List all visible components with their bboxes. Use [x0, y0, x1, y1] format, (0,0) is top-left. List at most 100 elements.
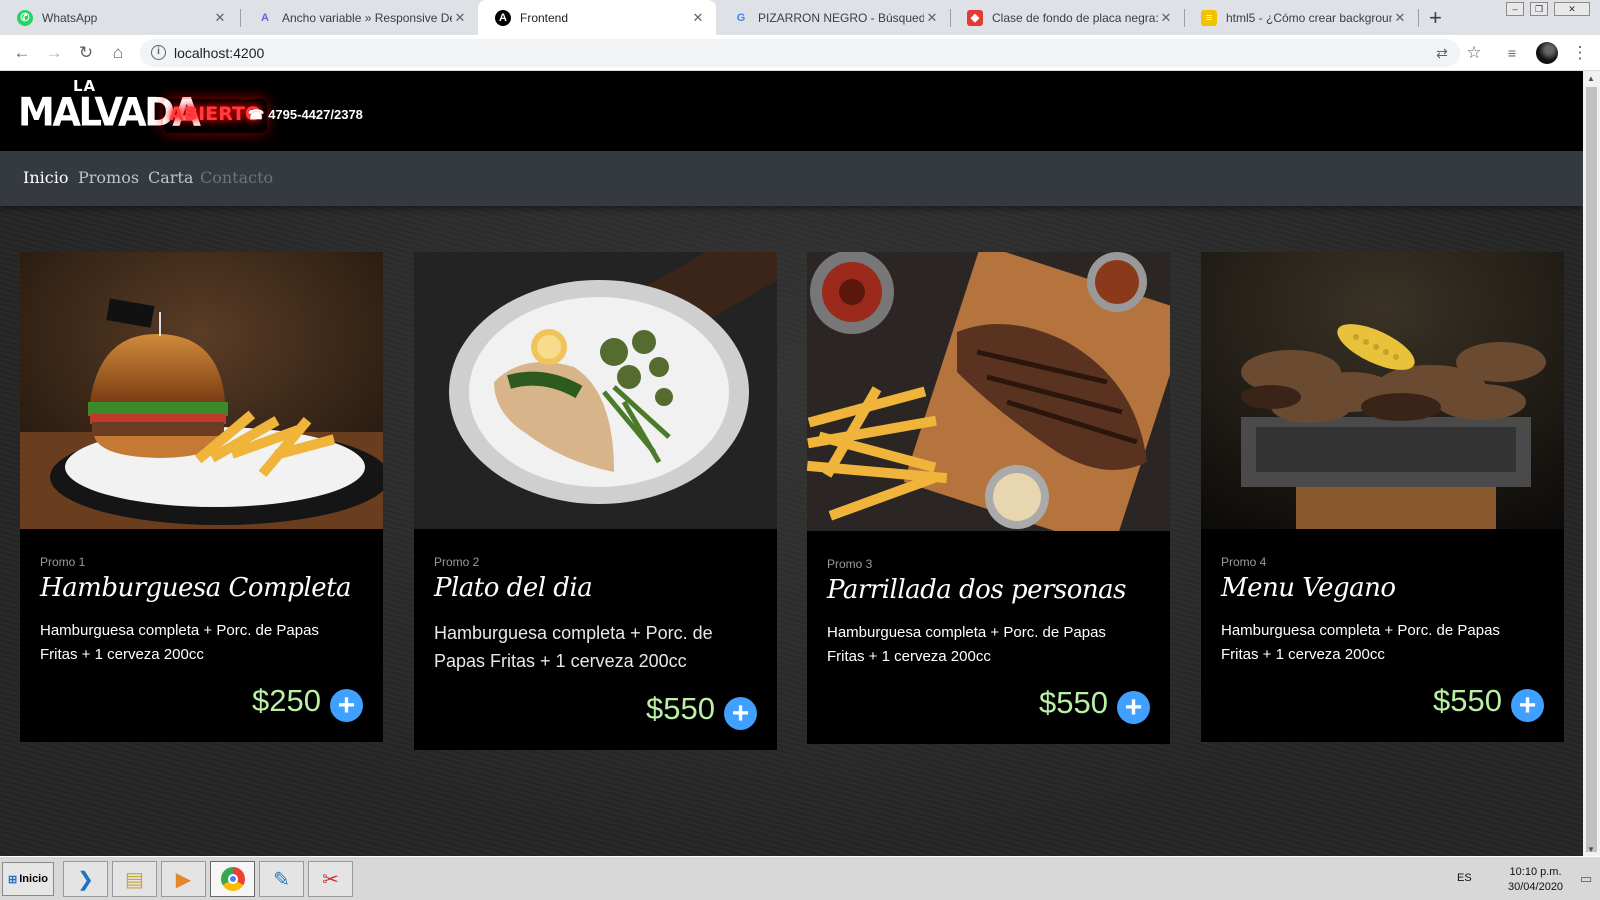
add-to-cart-plus-icon[interactable]: + [330, 689, 363, 722]
clock-time: 10:10 p.m. [1509, 866, 1562, 878]
media-player-icon[interactable]: ▶ [161, 861, 206, 897]
close-window-icon[interactable]: ✕ [1554, 2, 1590, 16]
add-to-cart-plus-icon[interactable]: + [1511, 689, 1544, 722]
whatsapp-icon: ✆ [17, 9, 33, 26]
tab-title: html5 - ¿Cómo crear background [1226, 10, 1392, 25]
info-icon[interactable]: i [151, 45, 166, 60]
bookmark-star-icon[interactable]: ☆ [1462, 41, 1486, 65]
card-description: Hamburguesa completa + Porc. de Papas Fr… [434, 623, 713, 671]
stackoverflow-icon: ≡ [1201, 9, 1217, 26]
page-scrollbar[interactable]: ▲ ▼ [1583, 71, 1600, 856]
fish-plate-photo [414, 252, 777, 529]
scroll-up-icon[interactable]: ▲ [1587, 74, 1595, 83]
burger-photo [20, 252, 383, 529]
scroll-down-icon[interactable]: ▼ [1587, 845, 1595, 854]
os-taskbar: ⊞ Inicio ❯ ▤ ▶ ✎ ✂ ES 10:10 p.m. 30/04/20… [0, 856, 1600, 900]
grilled-ribs-photo [807, 252, 1170, 531]
paint-icon[interactable]: ✎ [259, 861, 304, 897]
card-description: Hamburguesa completa + Porc. de Papas Fr… [1221, 622, 1500, 663]
card-subtitle: Promo 1 [40, 555, 86, 569]
start-label: Inicio [19, 873, 48, 885]
tab-title: PIZARRON NEGRO - Búsqueda de Google [758, 10, 924, 25]
tab-title: Frontend [520, 10, 569, 25]
add-to-cart-plus-icon[interactable]: + [724, 697, 757, 730]
media-control-icon[interactable]: ≡ [1500, 41, 1524, 65]
tab-title: WhatsApp [42, 10, 98, 25]
start-button[interactable]: ⊞ Inicio [2, 862, 54, 896]
phone-number: ☎ 4795-4427/2378 [248, 107, 363, 123]
tab-whatsapp[interactable]: ✆ WhatsApp ✕ [0, 0, 238, 35]
restore-icon[interactable]: ❐ [1530, 2, 1548, 16]
close-icon[interactable]: ✕ [1158, 10, 1174, 26]
close-icon[interactable]: ✕ [690, 10, 706, 26]
tab-title: Clase de fondo de placa negra: Foto [992, 10, 1158, 25]
promo-card: Promo 1 Hamburguesa Completa Hamburguesa… [20, 252, 383, 742]
card-price: $250 [252, 683, 321, 718]
file-explorer-icon[interactable]: ▤ [112, 861, 157, 897]
card-price: $550 [646, 691, 715, 726]
card-title: Parrillada dos personas [827, 575, 1127, 605]
close-icon[interactable]: ✕ [1392, 10, 1408, 26]
phone-text: 4795-4427/2378 [268, 107, 363, 122]
reload-icon[interactable]: ↻ [74, 41, 98, 65]
phone-icon: ☎ [248, 107, 265, 122]
nav-link-contacto[interactable]: Contacto [200, 168, 273, 187]
vscode-icon[interactable]: ❯ [63, 861, 108, 897]
browser-tab-strip: ✆ WhatsApp ✕ A Ancho variable » Responsi… [0, 0, 1600, 35]
promo-card: Promo 3 Parrillada dos personas Hamburgu… [807, 252, 1170, 744]
close-icon[interactable]: ✕ [212, 10, 228, 26]
minimize-icon[interactable]: – [1506, 2, 1524, 16]
close-icon[interactable]: ✕ [452, 10, 468, 26]
system-clock[interactable]: 10:10 p.m. 30/04/2020 [1508, 865, 1563, 895]
desktop-icon[interactable]: ▭ [1580, 871, 1592, 887]
card-subtitle: Promo 4 [1221, 555, 1267, 569]
card-description: Hamburguesa completa + Porc. de Papas Fr… [40, 622, 319, 663]
page-viewport: LA MALVADA ABIERTO ☎ 4795-4427/2378 Inici… [0, 71, 1583, 856]
close-icon[interactable]: ✕ [924, 10, 940, 26]
promo-card: Promo 4 Menu Vegano Hamburguesa completa… [1201, 252, 1564, 742]
add-to-cart-plus-icon[interactable]: + [1117, 691, 1150, 724]
card-subtitle: Promo 3 [827, 557, 873, 571]
language-indicator[interactable]: ES [1457, 872, 1472, 884]
snipping-tool-icon[interactable]: ✂ [308, 861, 353, 897]
nav-link-carta[interactable]: Carta [148, 168, 193, 187]
chrome-icon[interactable] [210, 861, 255, 897]
scrollbar-thumb[interactable] [1586, 87, 1597, 852]
site-header: LA MALVADA ABIERTO ☎ 4795-4427/2378 [0, 71, 1583, 151]
card-title: Menu Vegano [1221, 573, 1396, 603]
address-bar[interactable]: i localhost:4200 [140, 39, 1460, 67]
promo-card: Promo 2 Plato del dia Hamburguesa comple… [414, 252, 777, 750]
card-title: Plato del dia [434, 573, 593, 603]
red-app-icon: ◆ [967, 9, 983, 26]
profile-avatar[interactable] [1536, 42, 1558, 64]
forward-arrow-icon[interactable]: → [42, 41, 66, 65]
tab-stackoverflow[interactable]: ≡ html5 - ¿Cómo crear background ✕ [1184, 0, 1418, 35]
clock-date: 30/04/2020 [1508, 881, 1564, 893]
back-arrow-icon[interactable]: ← [10, 41, 34, 65]
menu-dots-icon[interactable]: ⋮ [1568, 41, 1592, 65]
tab-frontend[interactable]: A Frontend ✕ [478, 0, 716, 35]
nav-link-promos[interactable]: Promos [78, 168, 139, 187]
tab-separator [1418, 9, 1419, 27]
tab-google-search[interactable]: G PIZARRON NEGRO - Búsqueda de Google ✕ [716, 0, 950, 35]
card-price: $550 [1433, 683, 1502, 718]
translate-icon[interactable]: ⇄ [1430, 41, 1454, 65]
url-text: localhost:4200 [174, 45, 265, 61]
main-navbar: Inicio Promos Carta Contacto [0, 151, 1583, 206]
card-subtitle: Promo 2 [434, 555, 480, 569]
tab-foto[interactable]: ◆ Clase de fondo de placa negra: Foto ✕ [950, 0, 1184, 35]
new-tab-button[interactable]: + [1429, 5, 1442, 31]
tab-title: Ancho variable » Responsive Design [282, 10, 452, 25]
google-icon: G [736, 11, 746, 24]
angular-outline-icon: A [261, 11, 269, 24]
card-description: Hamburguesa completa + Porc. de Papas Fr… [827, 624, 1106, 665]
card-title: Hamburguesa Completa [40, 573, 352, 603]
grill-platter-photo [1201, 252, 1564, 529]
card-price: $550 [1039, 685, 1108, 720]
home-icon[interactable]: ⌂ [106, 41, 130, 65]
windows-logo-icon: ⊞ [8, 873, 18, 886]
nav-link-inicio[interactable]: Inicio [23, 168, 68, 187]
tab-responsive-design[interactable]: A Ancho variable » Responsive Design ✕ [240, 0, 478, 35]
angular-icon: A [495, 9, 511, 26]
browser-toolbar: ← → ↻ ⌂ i localhost:4200 ⇄ ☆ ≡ ⋮ [0, 35, 1600, 71]
